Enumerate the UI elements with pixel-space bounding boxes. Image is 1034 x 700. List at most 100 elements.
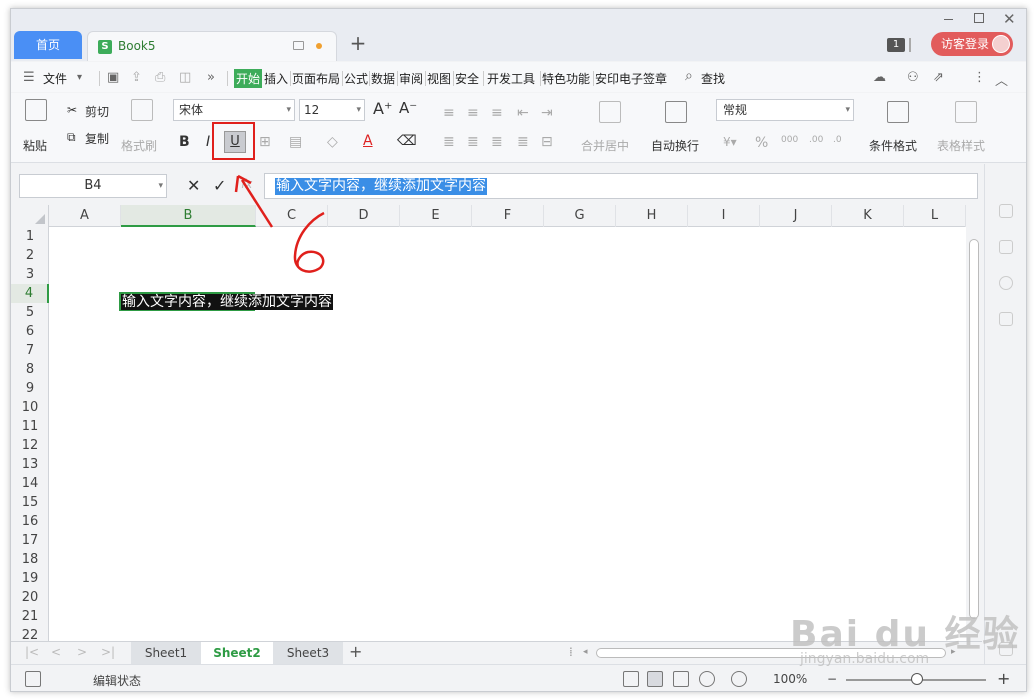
- distribute-icon[interactable]: ⊟: [541, 134, 553, 150]
- export-icon[interactable]: ⇪: [131, 70, 142, 85]
- select-pointer-icon[interactable]: [999, 204, 1013, 218]
- column-header-e[interactable]: E: [400, 205, 472, 227]
- row-header[interactable]: 21: [11, 607, 49, 626]
- window-count-badge[interactable]: 1: [887, 38, 905, 52]
- maximize-button[interactable]: [974, 13, 984, 23]
- copy-icon[interactable]: ⧉: [67, 130, 76, 145]
- menu-tab-esign[interactable]: 安印电子签章: [595, 70, 667, 87]
- menu-tab-insert[interactable]: 插入: [264, 70, 288, 87]
- menu-tab-data[interactable]: 数据: [371, 70, 395, 87]
- eraser-icon[interactable]: ⌫: [397, 133, 417, 149]
- zoom-out-button[interactable]: −: [827, 672, 837, 686]
- help-icon[interactable]: [999, 276, 1013, 290]
- share-icon[interactable]: ⇗: [933, 70, 944, 85]
- sheet-tab-1[interactable]: Sheet1: [131, 642, 201, 664]
- minimize-button[interactable]: [943, 12, 955, 24]
- decrease-decimal-icon[interactable]: .0: [833, 135, 842, 145]
- zoom-level[interactable]: 100%: [773, 672, 807, 686]
- wrap-text-button[interactable]: 自动换行: [651, 137, 699, 154]
- row-header[interactable]: 14: [11, 474, 49, 493]
- row-header[interactable]: 8: [11, 360, 49, 379]
- reading-mode-icon[interactable]: [699, 671, 715, 687]
- conditional-format-button[interactable]: 条件格式: [869, 137, 917, 154]
- italic-button[interactable]: I: [206, 134, 210, 150]
- indent-increase-icon[interactable]: ⇥: [541, 105, 553, 121]
- preview-icon[interactable]: ◫: [179, 70, 191, 85]
- menu-tab-view[interactable]: 视图: [427, 70, 451, 87]
- formula-input[interactable]: 输入文字内容，继续添加文字内容: [264, 173, 978, 199]
- row-header[interactable]: 1: [11, 227, 49, 246]
- column-header-j[interactable]: J: [760, 205, 832, 227]
- tab-home[interactable]: 首页: [14, 31, 82, 59]
- scroll-left-icon[interactable]: ◂: [583, 647, 588, 657]
- sheet-tab-2[interactable]: Sheet2: [201, 642, 273, 664]
- menu-file[interactable]: 文件: [43, 70, 67, 87]
- menu-tab-review[interactable]: 审阅: [399, 70, 423, 87]
- cut-icon[interactable]: ✂: [67, 103, 77, 117]
- row-header-selected[interactable]: 4: [11, 284, 49, 303]
- row-header[interactable]: 17: [11, 531, 49, 550]
- share-user-icon[interactable]: ⚇: [907, 70, 919, 85]
- align-center-icon[interactable]: ≣: [467, 134, 479, 150]
- save-icon[interactable]: ▣: [107, 70, 119, 85]
- column-header-l[interactable]: L: [904, 205, 966, 227]
- merge-center-button[interactable]: 合并居中: [581, 137, 629, 154]
- insert-function-icon[interactable]: fx: [241, 177, 252, 191]
- new-tab-button[interactable]: +: [348, 31, 368, 55]
- vertical-scrollbar[interactable]: [966, 205, 982, 641]
- backup-icon[interactable]: [999, 312, 1013, 326]
- percent-button[interactable]: %: [755, 135, 768, 151]
- row-header[interactable]: 7: [11, 341, 49, 360]
- cloud-icon[interactable]: ☁: [873, 70, 886, 85]
- cancel-edit-icon[interactable]: ✕: [187, 176, 200, 195]
- confirm-edit-icon[interactable]: ✓: [213, 176, 226, 195]
- format-painter-button[interactable]: 格式刷: [121, 137, 157, 154]
- search-icon[interactable]: ⌕: [685, 68, 693, 84]
- next-sheet-icon[interactable]: >: [77, 645, 87, 659]
- menu-tab-home[interactable]: 开始: [234, 69, 263, 88]
- row-header[interactable]: 12: [11, 436, 49, 455]
- increase-decimal-icon[interactable]: .00: [809, 135, 823, 145]
- row-header[interactable]: 20: [11, 588, 49, 607]
- copy-button[interactable]: 复制: [85, 130, 109, 147]
- column-header-f[interactable]: F: [472, 205, 544, 227]
- zoom-in-button[interactable]: +: [997, 669, 1010, 688]
- align-left-icon[interactable]: ≣: [443, 134, 455, 150]
- row-header[interactable]: 22: [11, 626, 49, 641]
- row-header[interactable]: 3: [11, 265, 49, 284]
- table-style-icon[interactable]: [955, 101, 977, 123]
- align-right-icon[interactable]: ≣: [491, 134, 503, 150]
- properties-icon[interactable]: [999, 240, 1013, 254]
- menu-tab-security[interactable]: 安全: [455, 70, 479, 87]
- row-header[interactable]: 11: [11, 417, 49, 436]
- column-header-b[interactable]: B: [121, 205, 256, 227]
- name-box[interactable]: B4: [19, 174, 167, 198]
- merge-center-icon[interactable]: [599, 101, 621, 123]
- split-handle-icon[interactable]: ⁞: [569, 645, 573, 659]
- zoom-slider[interactable]: [846, 673, 986, 685]
- fill-color-icon[interactable]: ◇: [327, 134, 338, 150]
- more-icon[interactable]: »: [207, 70, 215, 85]
- macro-icon[interactable]: [25, 671, 41, 687]
- justify-icon[interactable]: ≣: [517, 134, 529, 150]
- increase-font-icon[interactable]: A⁺: [373, 99, 392, 118]
- column-header-k[interactable]: K: [832, 205, 904, 227]
- normal-view-icon[interactable]: [647, 671, 663, 687]
- row-header[interactable]: 13: [11, 455, 49, 474]
- number-format-select[interactable]: 常规: [716, 99, 854, 121]
- eye-protection-icon[interactable]: [731, 671, 747, 687]
- indent-decrease-icon[interactable]: ⇤: [517, 105, 529, 121]
- prev-sheet-icon[interactable]: <: [51, 645, 61, 659]
- zoom-slider-knob[interactable]: [911, 673, 923, 685]
- decrease-font-icon[interactable]: A⁻: [399, 99, 417, 117]
- paste-button[interactable]: 粘贴: [23, 137, 47, 154]
- column-header-g[interactable]: G: [544, 205, 616, 227]
- monitor-icon[interactable]: [293, 41, 304, 50]
- menu-tab-developer[interactable]: 开发工具: [487, 70, 535, 87]
- wrap-text-icon[interactable]: [665, 101, 687, 123]
- menu-tab-formula[interactable]: 公式: [344, 70, 368, 87]
- currency-icon[interactable]: ¥▾: [723, 135, 737, 149]
- font-color-button[interactable]: A: [363, 133, 373, 149]
- font-size-select[interactable]: 12: [299, 99, 365, 121]
- row-header[interactable]: 15: [11, 493, 49, 512]
